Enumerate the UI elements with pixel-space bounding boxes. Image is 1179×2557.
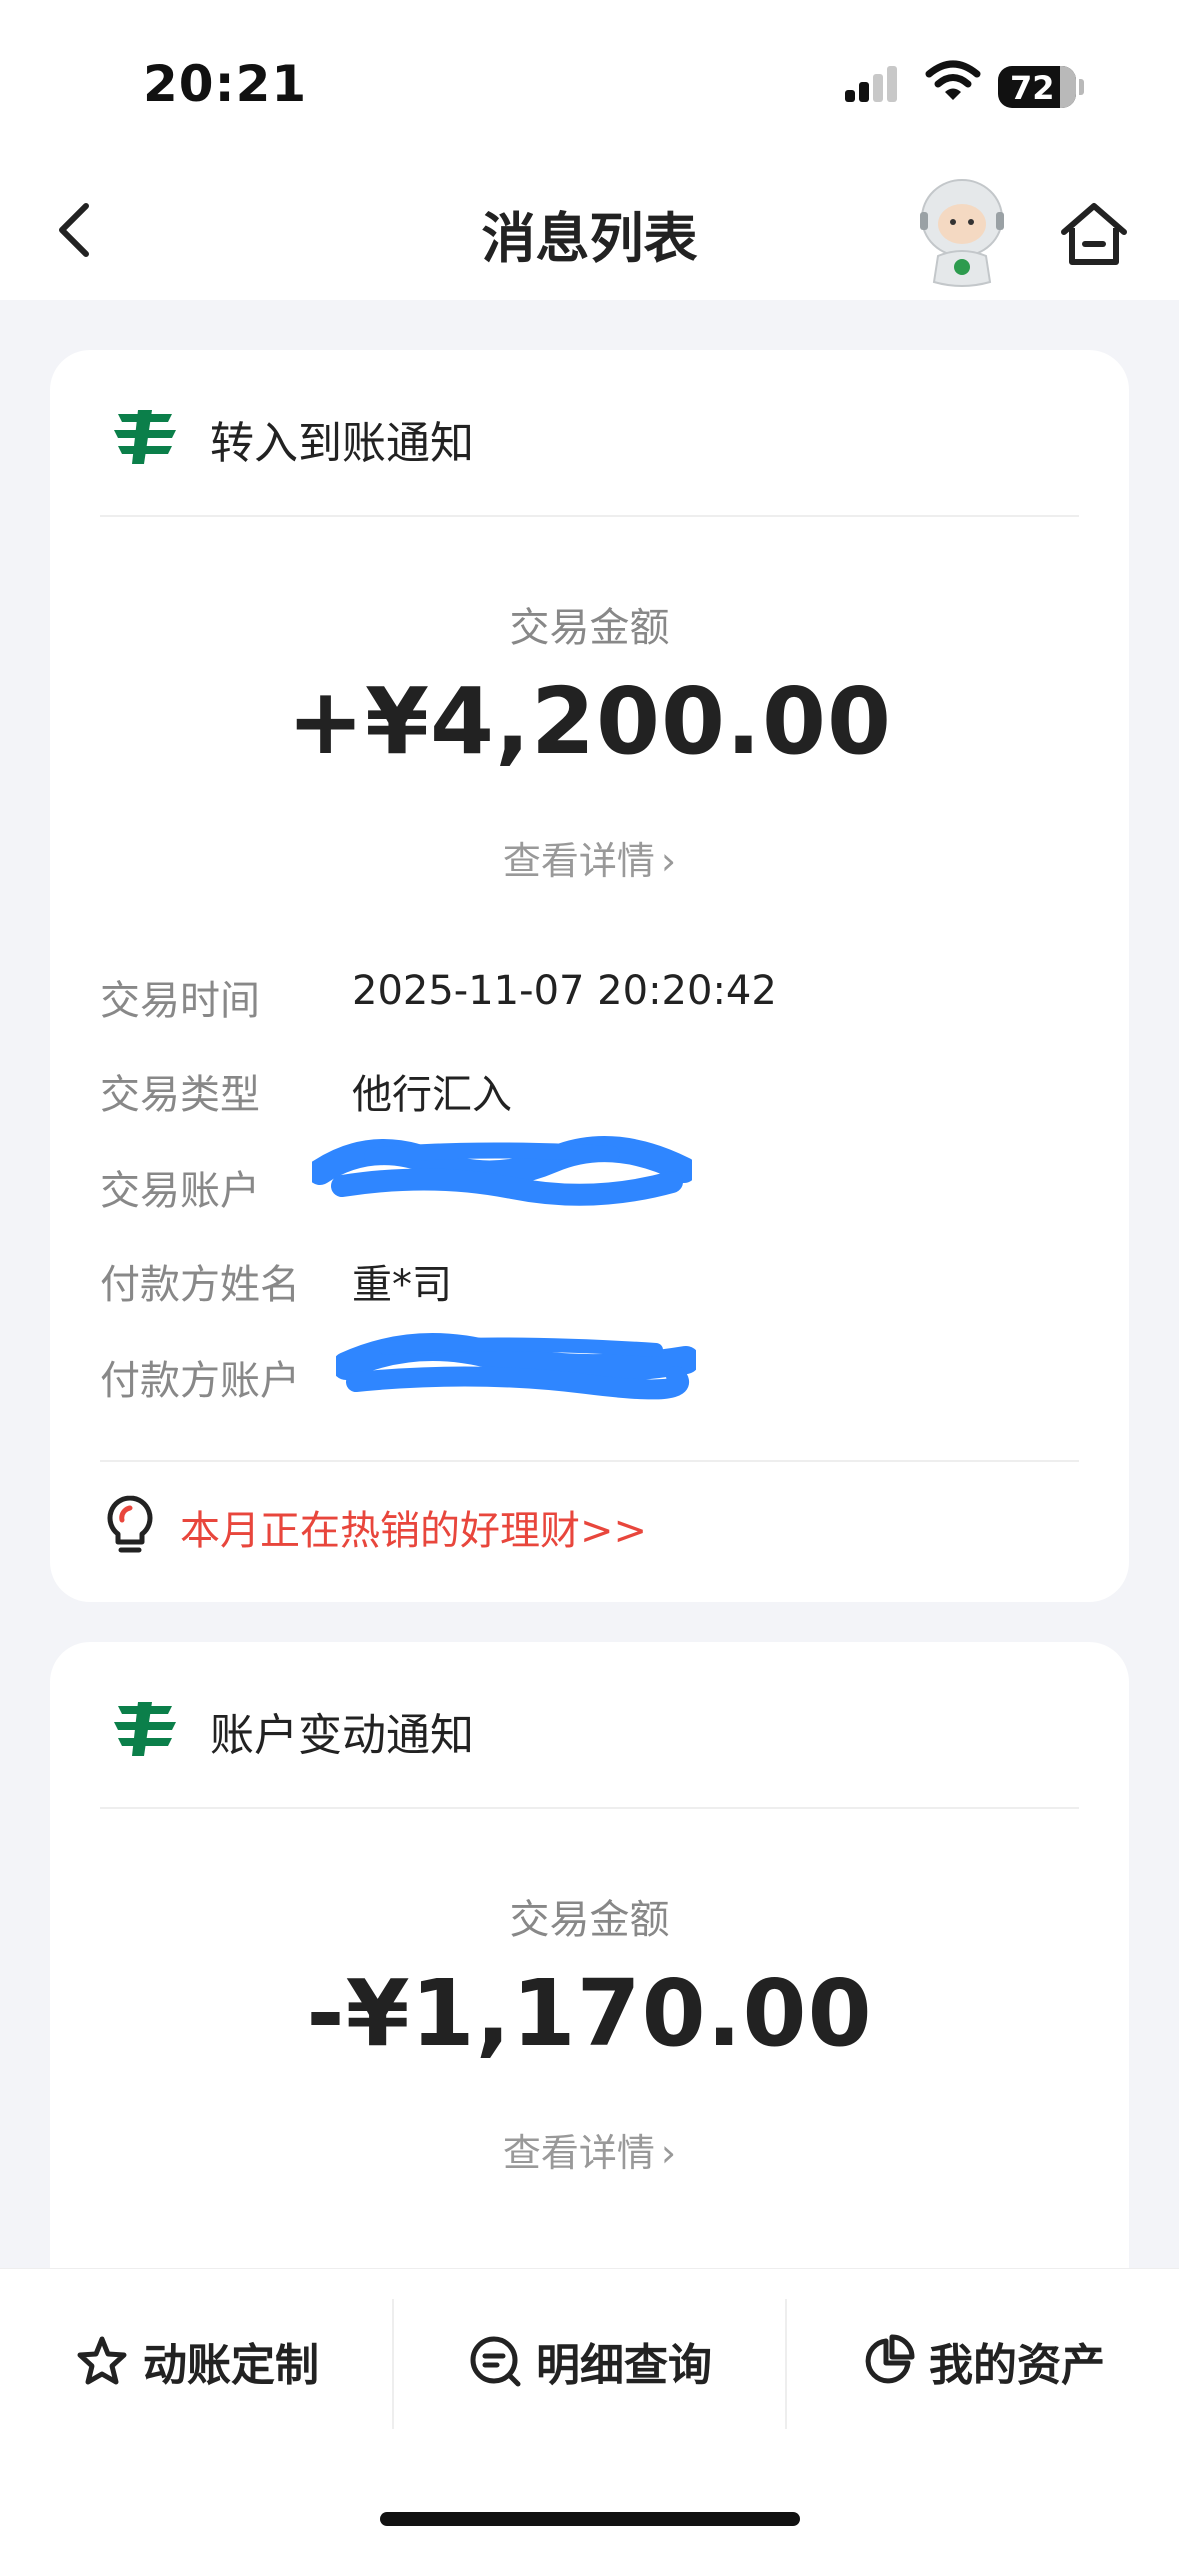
card-title: 账户变动通知 [210,1710,474,1761]
divider [100,1807,1079,1809]
detail-row-payer-name: 付款方姓名 重*司 [100,1252,1079,1312]
transaction-amount: -¥1,170.00 [306,1960,873,2067]
tab-account-alert-custom[interactable]: 动账定制 [0,2329,393,2409]
card-title: 转入到账通知 [210,418,474,469]
row-label: 付款方账户 [100,1358,300,1404]
search-list-icon [470,2336,521,2387]
promo-text: 本月正在热销的好理财>> [180,1508,648,1554]
row-value: 重*司 [352,1262,452,1308]
divider [100,515,1079,517]
home-icon[interactable] [1058,200,1130,268]
view-details-link[interactable]: 查看详情 › [50,2122,1129,2177]
pie-chart-icon [865,2334,915,2384]
detail-row-time: 交易时间 2025-11-07 20:20:42 [100,968,1079,1028]
row-label: 付款方姓名 [100,1262,300,1308]
amount-label: 交易金额 [509,605,670,651]
postal-bank-logo-icon [114,1702,176,1756]
cellular-signal-icon [845,66,897,102]
postal-bank-logo-icon [114,410,176,464]
tab-my-assets[interactable]: 我的资产 [786,2329,1179,2409]
tab-label: 明细查询 [536,2340,713,2391]
lightbulb-icon [107,1495,153,1553]
chevron-right-icon: › [660,2131,677,2175]
redaction-scribble [312,1136,692,1206]
amount-label: 交易金额 [509,1897,670,1943]
transaction-amount: +¥4,200.00 [286,668,893,775]
detail-row-type: 交易类型 他行汇入 [100,1062,1079,1122]
battery-icon: 72 [998,66,1076,108]
status-bar: 20:21 72 [0,0,1179,150]
battery-level: 72 [1010,69,1055,107]
view-details-link[interactable]: 查看详情 › [50,830,1129,885]
row-value: 2025-11-07 20:20:42 [352,968,777,1014]
view-details-label: 查看详情 [502,2131,655,2175]
star-icon [77,2336,127,2385]
status-time: 20:21 [143,55,308,113]
robot-mascot-icon[interactable] [912,172,1012,290]
nav-bar: 消息列表 [0,150,1179,300]
view-details-label: 查看详情 [502,839,655,883]
chevron-right-icon: › [660,839,677,883]
row-label: 交易类型 [100,1072,260,1118]
account-change-card[interactable]: 账户变动通知 交易金额 -¥1,170.00 查看详情 › [50,1642,1129,2342]
home-indicator [380,2512,800,2526]
tab-detail-query[interactable]: 明细查询 [393,2329,786,2409]
divider [100,1460,1079,1462]
row-value: 他行汇入 [352,1072,512,1118]
row-label: 交易时间 [100,978,260,1024]
tab-label: 我的资产 [929,2340,1106,2391]
wifi-icon [925,60,981,100]
tab-label: 动账定制 [143,2340,320,2391]
incoming-transfer-card[interactable]: 转入到账通知 交易金额 +¥4,200.00 查看详情 › 交易时间 2025-1… [50,350,1129,1602]
row-label: 交易账户 [100,1168,260,1214]
redaction-scribble [336,1333,696,1400]
